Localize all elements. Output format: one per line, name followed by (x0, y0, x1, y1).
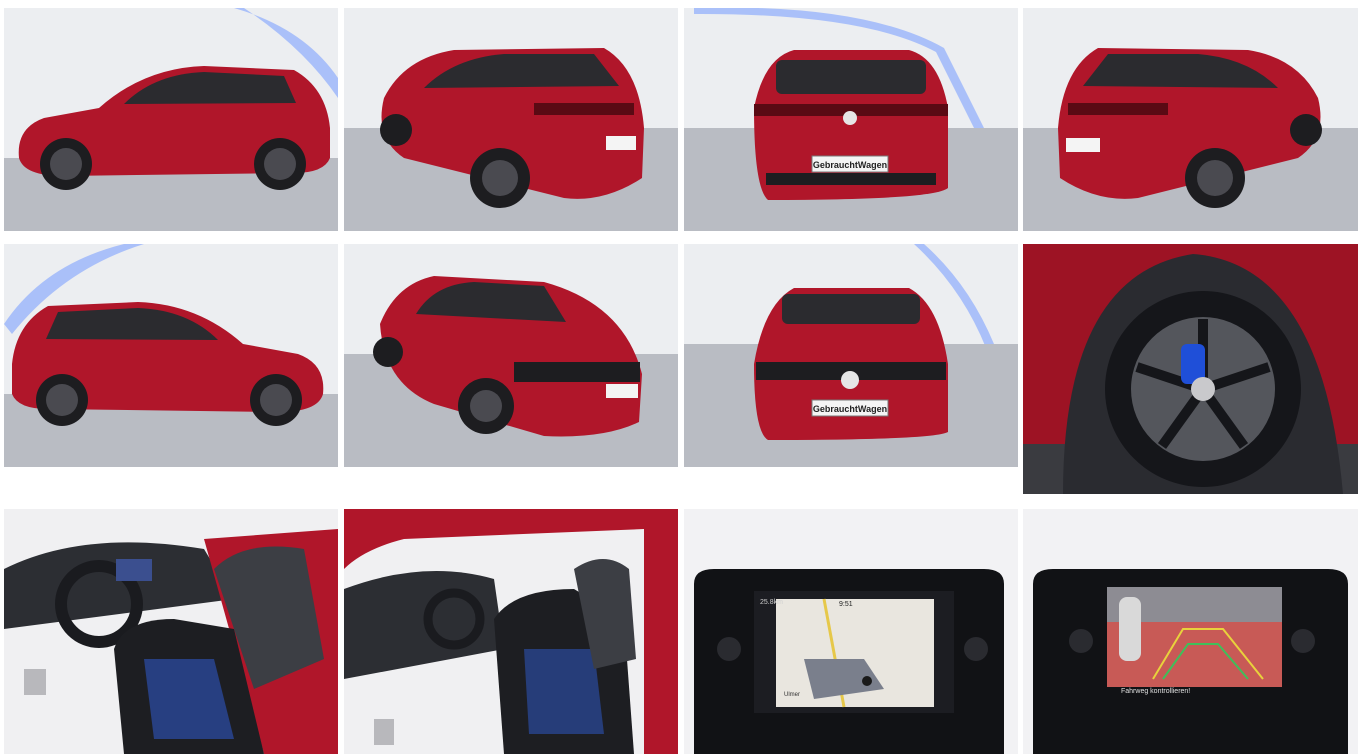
nav-clock-text: 9:51 (839, 601, 853, 608)
photo-tile-infotainment-navigation[interactable]: 25.8km 9:51 Ulmer (684, 509, 1018, 754)
photo-tile-rear-three-quarter-right[interactable] (1023, 8, 1358, 231)
photo-tile-wheel-detail[interactable] (1023, 244, 1358, 494)
car-side-left-image (4, 8, 338, 231)
wheel-detail-image (1023, 244, 1358, 494)
car-side-right-image (4, 244, 338, 467)
photo-tile-front[interactable]: GebrauchtWagen (684, 244, 1018, 467)
photo-tile-interior-driver-door-open[interactable] (344, 509, 678, 754)
photo-gallery: GebrauchtWagen GebrauchtWagen 25.8km 9:5… (0, 0, 1365, 754)
interior-driver-door-open-image (344, 509, 678, 754)
photo-tile-rear[interactable]: GebrauchtWagen (684, 8, 1018, 231)
car-front-three-quarter-left-image (344, 244, 678, 467)
photo-tile-side-left[interactable] (4, 8, 338, 231)
photo-tile-front-three-quarter-left[interactable] (344, 244, 678, 467)
photo-tile-side-right[interactable] (4, 244, 338, 467)
nav-street-text: Ulmer (784, 692, 800, 698)
car-front-image: GebrauchtWagen (684, 244, 1018, 467)
front-plate-text: GebrauchtWagen (813, 404, 887, 414)
car-rear-three-quarter-left-image (344, 8, 678, 231)
infotainment-navigation-image: 25.8km 9:51 Ulmer (684, 509, 1018, 754)
interior-driver-seat-image (4, 509, 338, 754)
photo-tile-infotainment-rear-camera[interactable]: Fahrweg kontrollieren! (1023, 509, 1358, 754)
photo-tile-rear-three-quarter-left[interactable] (344, 8, 678, 231)
car-rear-image: GebrauchtWagen (684, 8, 1018, 231)
car-rear-three-quarter-right-image (1023, 8, 1358, 231)
nav-distance-text: 25.8km (760, 599, 783, 606)
rear-camera-warning-text: Fahrweg kontrollieren! (1121, 688, 1190, 695)
rear-plate-text: GebrauchtWagen (813, 160, 887, 170)
photo-tile-interior-driver-seat[interactable] (4, 509, 338, 754)
infotainment-rear-camera-image: Fahrweg kontrollieren! (1023, 509, 1358, 754)
